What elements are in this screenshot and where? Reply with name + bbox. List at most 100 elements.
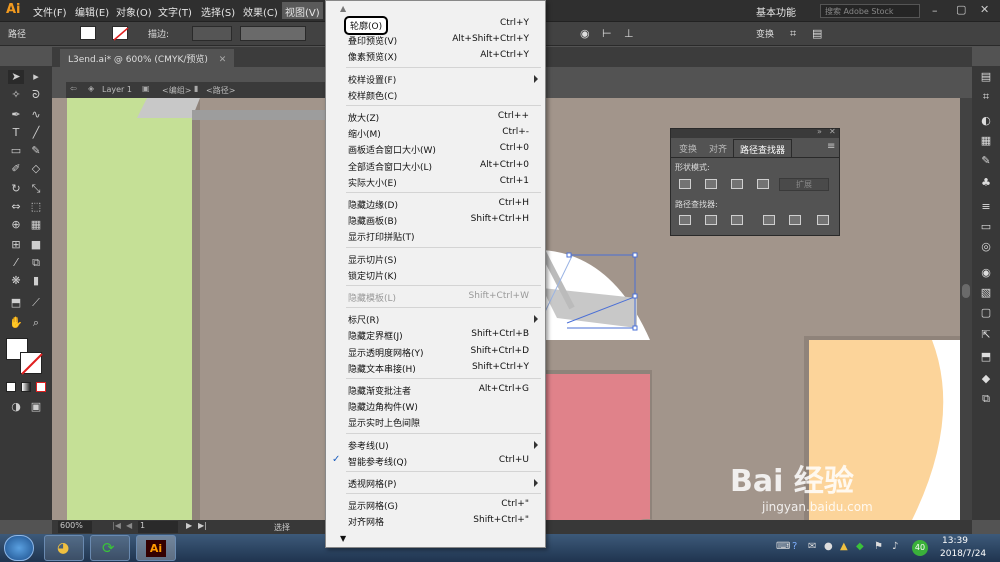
panel-menu-icon[interactable]: ≡ bbox=[827, 141, 835, 152]
rectangle-tool-icon[interactable]: ▭ bbox=[8, 144, 24, 158]
perspective-grid-icon[interactable]: ▦ bbox=[28, 218, 44, 232]
tray-badge[interactable]: 40 bbox=[912, 540, 928, 556]
pen-tool-icon[interactable]: ✒ bbox=[8, 108, 24, 122]
layers-icon[interactable]: ◆ bbox=[979, 372, 993, 386]
close-panel-icon[interactable]: ✕ bbox=[829, 127, 836, 136]
menu-view[interactable]: 视图(V) bbox=[282, 2, 323, 19]
direct-selection-tool-icon[interactable]: ▸ bbox=[28, 70, 44, 84]
gradient-panel-icon[interactable]: ▭ bbox=[979, 220, 993, 234]
tray-security-icon[interactable]: ◆ bbox=[856, 541, 864, 552]
view-menu-item[interactable]: 实际大小(E) Ctrl+1 bbox=[326, 174, 545, 190]
crop-icon[interactable] bbox=[763, 215, 775, 225]
isolate-icon[interactable]: ⌗ bbox=[790, 27, 796, 41]
color-icon[interactable]: ◐ bbox=[979, 114, 993, 128]
view-menu-item[interactable]: 隐藏文本串接(H) Shift+Ctrl+Y bbox=[326, 360, 545, 376]
transparency-icon[interactable]: ◎ bbox=[979, 240, 993, 254]
close-tab-icon[interactable]: ✕ bbox=[219, 55, 227, 65]
align-center-icon[interactable]: ⊥ bbox=[624, 27, 634, 40]
document-tab[interactable]: L3end.ai* @ 600% (CMYK/预览) ✕ bbox=[60, 49, 235, 67]
view-menu-item[interactable]: 显示切片(S) bbox=[326, 251, 545, 267]
view-menu-item[interactable]: 隐藏画板(B) Shift+Ctrl+H bbox=[326, 212, 545, 228]
view-menu-item[interactable]: 对齐网格 Shift+Ctrl+" bbox=[326, 513, 545, 529]
menu-object[interactable]: 对象(O) bbox=[116, 4, 152, 19]
outline-icon[interactable] bbox=[789, 215, 801, 225]
zoom-tool-icon[interactable]: ⌕ bbox=[28, 316, 44, 330]
brushes-icon[interactable]: ✎ bbox=[979, 154, 993, 168]
view-menu-item[interactable]: 参考线(U) bbox=[326, 437, 545, 453]
unite-icon[interactable] bbox=[679, 179, 691, 189]
tab-pathfinder[interactable]: 路径查找器 bbox=[733, 139, 793, 157]
minimize-icon[interactable]: – bbox=[932, 4, 938, 17]
symbols-icon[interactable]: ♣ bbox=[979, 176, 993, 190]
rotate-tool-icon[interactable]: ↻ bbox=[8, 182, 24, 196]
stroke-color-box[interactable] bbox=[20, 352, 43, 375]
view-menu-item[interactable]: 画板适合窗口大小(W) Ctrl+0 bbox=[326, 141, 545, 157]
scale-tool-icon[interactable]: ⤡ bbox=[28, 182, 44, 196]
expand-button[interactable]: 扩展 bbox=[779, 178, 829, 191]
minus-front-icon[interactable] bbox=[705, 179, 717, 189]
panel-header[interactable]: » ✕ bbox=[671, 127, 839, 138]
curvature-tool-icon[interactable]: ∿ bbox=[28, 108, 44, 122]
view-menu-item[interactable]: 校样颜色(C) bbox=[326, 87, 545, 103]
fill-swatch[interactable] bbox=[80, 26, 96, 40]
view-menu-item[interactable]: 隐藏渐变批注者 Alt+Ctrl+G bbox=[326, 382, 545, 398]
blend-tool-icon[interactable]: ⧉ bbox=[28, 256, 44, 270]
workspace-switcher[interactable]: 基本功能 bbox=[756, 4, 796, 19]
view-menu-item[interactable]: 显示网格(G) Ctrl+" bbox=[326, 497, 545, 513]
prev-artboard-icon[interactable]: ◀ bbox=[126, 521, 132, 530]
variable-width-profile[interactable] bbox=[240, 26, 306, 41]
lasso-icon[interactable]: ᘐ bbox=[28, 88, 44, 102]
menu-select[interactable]: 选择(S) bbox=[201, 4, 235, 19]
free-transform-icon[interactable]: ⬚ bbox=[28, 200, 44, 214]
color-mode-icon[interactable] bbox=[6, 382, 16, 392]
view-menu-item[interactable]: 叠印预览(V) Alt+Shift+Ctrl+Y bbox=[326, 32, 545, 48]
view-menu-item[interactable]: 透视网格(P) bbox=[326, 475, 545, 491]
artboard-number[interactable]: 1 bbox=[138, 521, 178, 533]
view-menu-item[interactable]: 锁定切片(K) bbox=[326, 267, 545, 283]
menu-file[interactable]: 文件(F) bbox=[33, 4, 67, 19]
scroll-down-icon[interactable]: ▼ bbox=[340, 534, 346, 543]
gradient-mode-icon[interactable] bbox=[21, 382, 31, 392]
view-menu-item[interactable]: 校样设置(F) bbox=[326, 71, 545, 87]
hand-tool-icon[interactable]: ✋ bbox=[8, 316, 24, 330]
recolor-icon[interactable]: ◉ bbox=[580, 27, 590, 40]
shape-builder-icon[interactable]: ⊕ bbox=[8, 218, 24, 232]
view-menu-item[interactable]: 显示实时上色间隙 bbox=[326, 414, 545, 430]
view-menu-item[interactable]: 隐藏边角构件(W) bbox=[326, 398, 545, 414]
view-menu-item[interactable]: 隐藏定界框(J) Shift+Ctrl+B bbox=[326, 327, 545, 343]
symbol-sprayer-icon[interactable]: ❋ bbox=[8, 274, 24, 288]
export-icon[interactable]: ⇱ bbox=[979, 328, 993, 342]
tray-network-icon[interactable]: ▲ bbox=[840, 541, 848, 552]
selection-tool-icon[interactable]: ➤ bbox=[8, 70, 24, 84]
tray-chat-icon[interactable]: ✉ bbox=[808, 541, 816, 552]
artboard-tool-icon[interactable]: ⬒ bbox=[8, 296, 24, 310]
artboards-icon[interactable]: ▢ bbox=[979, 306, 993, 320]
view-menu-item[interactable]: 像素预览(X) Alt+Ctrl+Y bbox=[326, 48, 545, 64]
stroke-weight-field[interactable] bbox=[192, 26, 232, 41]
view-menu-item[interactable]: 轮廓(O) Ctrl+Y bbox=[326, 16, 545, 35]
collapse-icon[interactable]: » bbox=[817, 127, 822, 136]
tray-keyboard-icon[interactable]: ⌨ bbox=[776, 541, 790, 552]
zoom-level[interactable]: 600% bbox=[58, 521, 92, 533]
menu-edit[interactable]: 编辑(E) bbox=[75, 4, 109, 19]
graph-tool-icon[interactable]: ▮ bbox=[28, 274, 44, 288]
taskbar-illustrator-icon[interactable]: Ai bbox=[136, 535, 176, 561]
breadcrumb-path[interactable]: <路径> bbox=[206, 85, 235, 96]
menu-type[interactable]: 文字(T) bbox=[158, 4, 192, 19]
maximize-icon[interactable]: ▢ bbox=[956, 3, 966, 16]
links-icon[interactable]: ⧉ bbox=[979, 392, 993, 406]
slice-tool-icon[interactable]: ⟋ bbox=[28, 296, 44, 310]
minus-back-icon[interactable] bbox=[817, 215, 829, 225]
start-button[interactable] bbox=[4, 535, 34, 561]
paintbrush-icon[interactable]: ✎ bbox=[28, 144, 44, 158]
swatches-icon[interactable]: ▦ bbox=[979, 134, 993, 148]
exclude-icon[interactable] bbox=[757, 179, 769, 189]
arrange-icon[interactable]: ▤ bbox=[812, 27, 822, 40]
close-icon[interactable]: ✕ bbox=[980, 3, 989, 16]
stroke-panel-icon[interactable]: ≡ bbox=[979, 200, 993, 214]
eyedropper-icon[interactable]: ⁄ bbox=[8, 256, 24, 270]
view-menu-item[interactable]: 放大(Z) Ctrl++ bbox=[326, 109, 545, 125]
graphic-styles-icon[interactable]: ▧ bbox=[979, 286, 993, 300]
appearance-icon[interactable]: ◉ bbox=[979, 266, 993, 280]
vertical-scrollbar[interactable] bbox=[960, 98, 972, 520]
